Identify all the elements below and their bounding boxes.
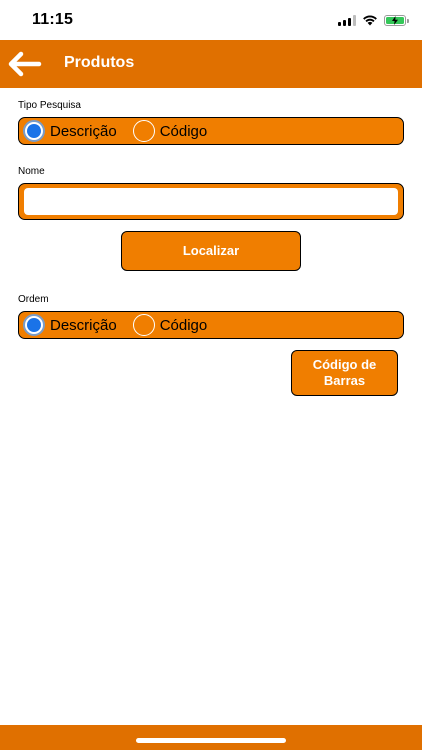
order-label: Ordem: [18, 294, 49, 305]
search-type-option-code[interactable]: Código: [132, 120, 208, 142]
radio-unselected-icon[interactable]: [132, 314, 155, 336]
page-title: Produtos: [64, 54, 135, 71]
search-button[interactable]: Localizar: [121, 231, 301, 271]
wifi-icon: [362, 14, 378, 26]
barcode-button[interactable]: Código de Barras: [291, 350, 398, 396]
battery-charging-icon: [384, 14, 409, 26]
status-icons: [338, 13, 409, 27]
radio-label: Código: [159, 316, 208, 334]
home-indicator[interactable]: [136, 738, 286, 743]
radio-label: Código: [159, 122, 208, 140]
radio-selected-icon[interactable]: [23, 314, 45, 336]
app-header: Produtos: [0, 40, 422, 88]
radio-label: Descrição: [50, 122, 117, 140]
search-type-label: Tipo Pesquisa: [18, 100, 81, 111]
status-bar: 11:15: [0, 0, 422, 40]
arrow-left-icon: [8, 51, 42, 77]
search-type-radio-group: Descrição Código: [18, 117, 404, 145]
order-option-code[interactable]: Código: [132, 314, 208, 336]
status-time: 11:15: [32, 11, 74, 28]
name-input[interactable]: [24, 188, 398, 215]
cellular-signal-icon: [338, 14, 356, 26]
name-label: Nome: [18, 166, 45, 177]
radio-label: Descrição: [50, 316, 117, 334]
bottom-bar: [0, 725, 422, 750]
order-radio-group: Descrição Código: [18, 311, 404, 339]
radio-unselected-icon[interactable]: [132, 120, 155, 142]
order-option-description[interactable]: Descrição: [23, 314, 117, 336]
back-button[interactable]: [4, 48, 44, 80]
search-type-option-description[interactable]: Descrição: [23, 120, 117, 142]
radio-selected-icon[interactable]: [23, 120, 45, 142]
name-field-wrapper: [18, 183, 404, 220]
